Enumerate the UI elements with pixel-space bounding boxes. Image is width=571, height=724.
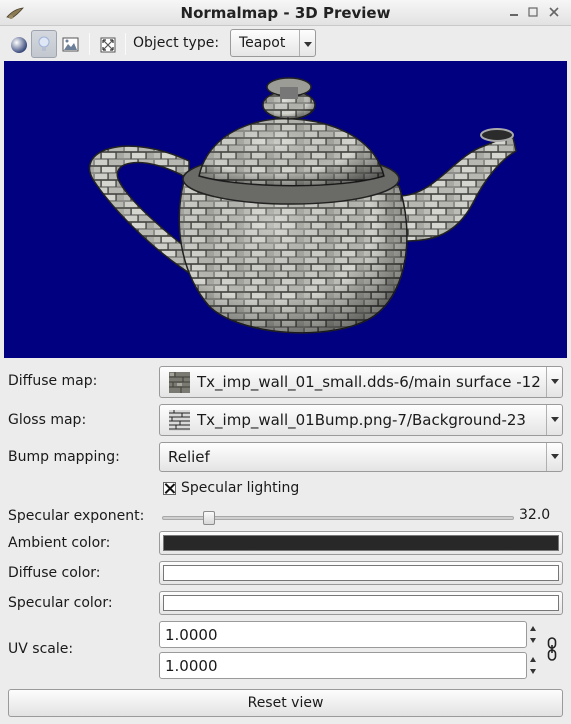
close-icon[interactable] (545, 3, 563, 21)
normalmap-preview-window: Normalmap - 3D Preview Object type: Teap… (0, 0, 571, 724)
window-title: Normalmap - 3D Preview (180, 4, 391, 22)
chevron-down-icon (546, 443, 562, 471)
uv-scale-v-spinner[interactable] (528, 652, 540, 679)
chain-link-icon[interactable] (546, 636, 558, 662)
object-type-select[interactable]: Teapot (230, 29, 316, 57)
object-type-label: Object type: (133, 35, 220, 51)
diffuse-map-select[interactable]: Tx_imp_wall_01_small.dds-6/main surface … (159, 366, 563, 398)
chevron-down-icon (546, 405, 562, 435)
uv-scale-u-value: 1.0000 (165, 626, 218, 644)
ambient-color-label: Ambient color: (8, 535, 111, 551)
bump-mapping-select[interactable]: Relief (159, 442, 563, 472)
fullscreen-button[interactable] (95, 30, 121, 58)
bump-mapping-label: Bump mapping: (8, 449, 120, 465)
fullscreen-icon (100, 37, 116, 53)
diffuse-color-label: Diffuse color: (8, 565, 101, 581)
specular-lighting-label[interactable]: Specular lighting (181, 480, 299, 496)
ambient-color-button[interactable] (159, 531, 563, 555)
diffuse-texture-thumbnail (169, 372, 190, 393)
sphere-lighting-icon (11, 37, 27, 53)
ambient-color-swatch (163, 535, 559, 551)
toolbar-separator (89, 33, 90, 55)
diffuse-color-button[interactable] (159, 561, 563, 585)
uv-scale-label: UV scale: (8, 641, 74, 657)
uv-scale-u-spinner[interactable] (528, 621, 540, 648)
preview-toolbar: Object type: Teapot (0, 27, 571, 61)
specular-color-button[interactable] (159, 591, 563, 615)
specular-color-swatch (163, 595, 559, 611)
specular-color-label: Specular color: (8, 595, 113, 611)
3d-preview-viewport[interactable] (4, 61, 567, 358)
object-type-value: Teapot (239, 35, 286, 51)
gloss-map-select[interactable]: Tx_imp_wall_01Bump.png-7/Background-23 (159, 404, 563, 436)
bump-mapping-value: Relief (168, 448, 210, 466)
gloss-map-label: Gloss map: (8, 412, 87, 428)
reset-view-button[interactable]: Reset view (8, 689, 563, 717)
specular-lighting-checkbox[interactable] (163, 482, 176, 495)
uv-scale-v-value: 1.0000 (165, 657, 218, 675)
uv-scale-u-input[interactable]: 1.0000 (159, 621, 527, 648)
image-view-button[interactable] (57, 30, 83, 58)
chevron-down-icon (546, 367, 562, 397)
light-bulb-icon (38, 36, 50, 51)
gloss-texture-thumbnail (169, 410, 190, 431)
sphere-lighting-button[interactable] (5, 30, 31, 58)
diffuse-color-swatch (163, 565, 559, 581)
teapot-render (88, 77, 517, 334)
gloss-map-value: Tx_imp_wall_01Bump.png-7/Background-23 (197, 411, 526, 429)
title-bar: Normalmap - 3D Preview (0, 0, 571, 26)
toolbar-separator (125, 33, 126, 55)
specular-exponent-value: 32.0 (519, 507, 551, 523)
diffuse-map-value: Tx_imp_wall_01_small.dds-6/main surface … (197, 373, 541, 391)
chevron-down-icon (299, 30, 315, 56)
uv-scale-v-input[interactable]: 1.0000 (159, 652, 527, 679)
image-icon (62, 37, 79, 52)
maximize-icon[interactable] (524, 3, 542, 21)
minimize-icon[interactable] (505, 3, 523, 21)
specular-exponent-label: Specular exponent: (8, 508, 145, 524)
light-bulb-button[interactable] (31, 30, 57, 58)
diffuse-map-label: Diffuse map: (8, 373, 98, 389)
slider-handle[interactable] (203, 511, 215, 525)
